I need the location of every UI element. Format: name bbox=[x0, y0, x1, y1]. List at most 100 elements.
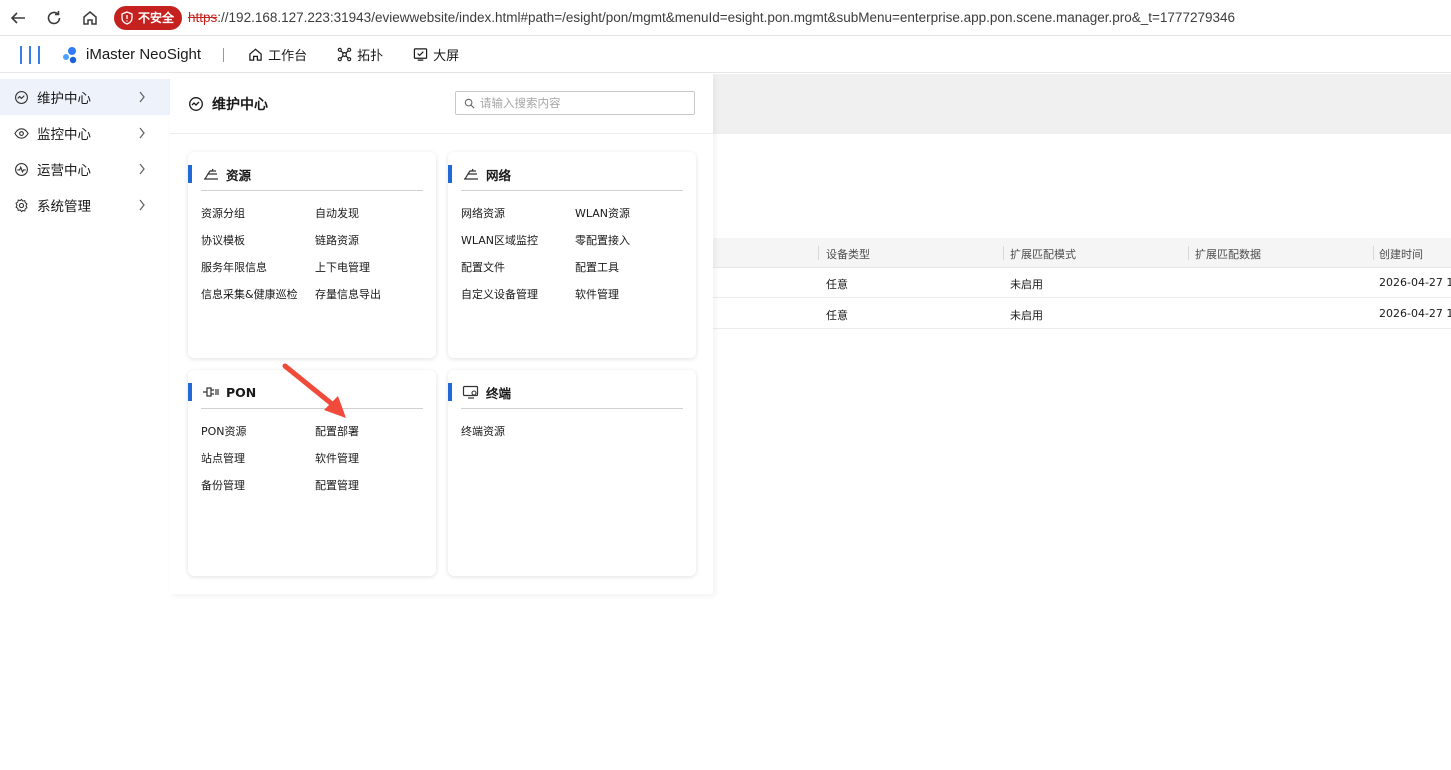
column-device-type[interactable]: 设备类型 bbox=[826, 246, 870, 262]
back-arrow-icon bbox=[10, 11, 25, 24]
header-divider bbox=[223, 47, 225, 62]
reload-icon bbox=[47, 10, 61, 24]
gear-icon bbox=[15, 198, 28, 212]
link-info-collection[interactable]: 信息采集&健康巡检 bbox=[201, 288, 315, 302]
screen-icon bbox=[413, 48, 428, 61]
link-config-file[interactable]: 配置文件 bbox=[461, 261, 575, 275]
nav-topology-label: 拓扑 bbox=[357, 49, 384, 64]
card-accent-bar bbox=[448, 165, 452, 183]
sidebar-item-label: 监控中心 bbox=[37, 127, 91, 143]
card-network: 网络 网络资源 WLAN资源 WLAN区域监控 零配置接入 配置文件 配置工具 … bbox=[448, 152, 696, 358]
pon-icon bbox=[203, 387, 219, 397]
url-path: ://192.168.127.223:31943/eviewwebsite/in… bbox=[217, 10, 1235, 25]
card-title: PON bbox=[226, 384, 257, 400]
card-header: 终端 bbox=[448, 382, 696, 402]
sidebar-item-monitoring[interactable]: 监控中心 bbox=[0, 115, 170, 151]
security-warning-badge[interactable]: 不安全 bbox=[114, 5, 183, 30]
cell-device-type: 任意 bbox=[826, 278, 848, 291]
security-label: 不安全 bbox=[138, 11, 175, 25]
link-auto-discovery[interactable]: 自动发现 bbox=[315, 207, 431, 221]
card-header: 网络 bbox=[448, 164, 696, 184]
url-scheme: https bbox=[188, 10, 218, 25]
link-config-tool[interactable]: 配置工具 bbox=[575, 261, 691, 275]
card-header: 资源 bbox=[188, 164, 436, 184]
link-wlan-resource[interactable]: WLAN资源 bbox=[575, 207, 691, 221]
maintenance-icon bbox=[15, 90, 28, 104]
cell-created-time: 2026-04-27 16 bbox=[1379, 307, 1451, 320]
panel-header: 维护中心 bbox=[170, 74, 713, 134]
terminal-icon bbox=[462, 385, 479, 399]
column-match-data[interactable]: 扩展匹配数据 bbox=[1195, 246, 1261, 262]
link-backup-management[interactable]: 备份管理 bbox=[201, 479, 315, 493]
cell-match-mode: 未启用 bbox=[1010, 309, 1043, 322]
sidebar-item-label: 系统管理 bbox=[37, 199, 91, 215]
cell-device-type: 任意 bbox=[826, 309, 848, 322]
topology-icon bbox=[337, 47, 352, 62]
chevron-right-icon bbox=[139, 127, 145, 139]
card-title: 网络 bbox=[486, 167, 512, 183]
link-protocol-template[interactable]: 协议模板 bbox=[201, 234, 315, 248]
search-icon bbox=[464, 98, 475, 108]
home-icon bbox=[249, 48, 262, 61]
link-zero-touch[interactable]: 零配置接入 bbox=[575, 234, 691, 248]
browser-toolbar: 不安全 https://192.168.127.223:31943/evieww… bbox=[0, 0, 1451, 36]
nav-topology[interactable]: 拓扑 bbox=[337, 45, 383, 64]
search-input[interactable] bbox=[480, 96, 680, 110]
left-sidebar: 维护中心 监控中心 运营中心 系统管理 bbox=[0, 79, 170, 770]
link-service-life-info[interactable]: 服务年限信息 bbox=[201, 261, 315, 275]
link-pon-resource[interactable]: PON资源 bbox=[201, 425, 315, 439]
card-link-grid: 终端资源 bbox=[461, 425, 691, 439]
link-power-management[interactable]: 上下电管理 bbox=[315, 261, 431, 275]
link-config-deploy[interactable]: 配置部署 bbox=[315, 425, 431, 439]
column-created-time[interactable]: 创建时间 bbox=[1379, 246, 1423, 262]
card-link-grid: PON资源 配置部署 站点管理 软件管理 备份管理 配置管理 bbox=[201, 425, 431, 493]
card-divider bbox=[461, 408, 683, 409]
reload-button[interactable] bbox=[36, 0, 72, 36]
sidebar-item-label: 维护中心 bbox=[37, 91, 91, 107]
nav-workbench[interactable]: 工作台 bbox=[248, 45, 307, 64]
header-nav: 工作台 拓扑 大屏 bbox=[248, 45, 489, 64]
menu-toggle-icon[interactable] bbox=[20, 45, 40, 64]
column-match-mode[interactable]: 扩展匹配模式 bbox=[1010, 246, 1076, 262]
maintenance-icon bbox=[189, 97, 203, 111]
link-software-management[interactable]: 软件管理 bbox=[315, 452, 431, 466]
link-inventory-export[interactable]: 存量信息导出 bbox=[315, 288, 431, 302]
eye-icon bbox=[14, 127, 29, 139]
address-bar[interactable]: https://192.168.127.223:31943/eviewwebsi… bbox=[188, 10, 1235, 25]
link-terminal-resource[interactable]: 终端资源 bbox=[461, 425, 575, 439]
sidebar-item-maintenance[interactable]: 维护中心 bbox=[0, 79, 170, 115]
cell-created-time: 2026-04-27 16 bbox=[1379, 276, 1451, 289]
link-link-resource[interactable]: 链路资源 bbox=[315, 234, 431, 248]
card-link-grid: 网络资源 WLAN资源 WLAN区域监控 零配置接入 配置文件 配置工具 自定义… bbox=[461, 207, 691, 302]
sidebar-item-label: 运营中心 bbox=[37, 163, 91, 179]
link-custom-device[interactable]: 自定义设备管理 bbox=[461, 288, 575, 302]
neosight-logo-icon bbox=[63, 46, 77, 63]
chevron-right-icon bbox=[139, 163, 145, 175]
card-accent-bar bbox=[188, 383, 192, 401]
nav-big-screen-label: 大屏 bbox=[433, 49, 460, 64]
product-name: iMaster NeoSight bbox=[86, 46, 202, 63]
card-link-grid: 资源分组 自动发现 协议模板 链路资源 服务年限信息 上下电管理 信息采集&健康… bbox=[201, 207, 431, 302]
card-accent-bar bbox=[188, 165, 192, 183]
menu-search-box[interactable] bbox=[455, 91, 695, 115]
operation-icon bbox=[15, 162, 28, 176]
link-software-management[interactable]: 软件管理 bbox=[575, 288, 691, 302]
panel-title-text: 维护中心 bbox=[212, 97, 268, 113]
back-button[interactable] bbox=[0, 0, 36, 36]
link-wlan-area-monitor[interactable]: WLAN区域监控 bbox=[461, 234, 575, 248]
sidebar-item-operations[interactable]: 运营中心 bbox=[0, 151, 170, 187]
home-button[interactable] bbox=[72, 0, 108, 36]
link-config-management[interactable]: 配置管理 bbox=[315, 479, 431, 493]
card-terminal: 终端 终端资源 bbox=[448, 370, 696, 576]
home-icon bbox=[83, 10, 97, 25]
link-resource-group[interactable]: 资源分组 bbox=[201, 207, 315, 221]
nav-workbench-label: 工作台 bbox=[268, 49, 308, 64]
link-network-resource[interactable]: 网络资源 bbox=[461, 207, 575, 221]
link-site-management[interactable]: 站点管理 bbox=[201, 452, 315, 466]
nav-big-screen[interactable]: 大屏 bbox=[413, 45, 459, 64]
panel-title: 维护中心 bbox=[188, 94, 268, 114]
resource-icon bbox=[204, 168, 218, 180]
sidebar-item-system[interactable]: 系统管理 bbox=[0, 187, 170, 223]
card-resource: 资源 资源分组 自动发现 协议模板 链路资源 服务年限信息 上下电管理 信息采集… bbox=[188, 152, 436, 358]
product-logo[interactable]: iMaster NeoSight bbox=[60, 45, 201, 65]
